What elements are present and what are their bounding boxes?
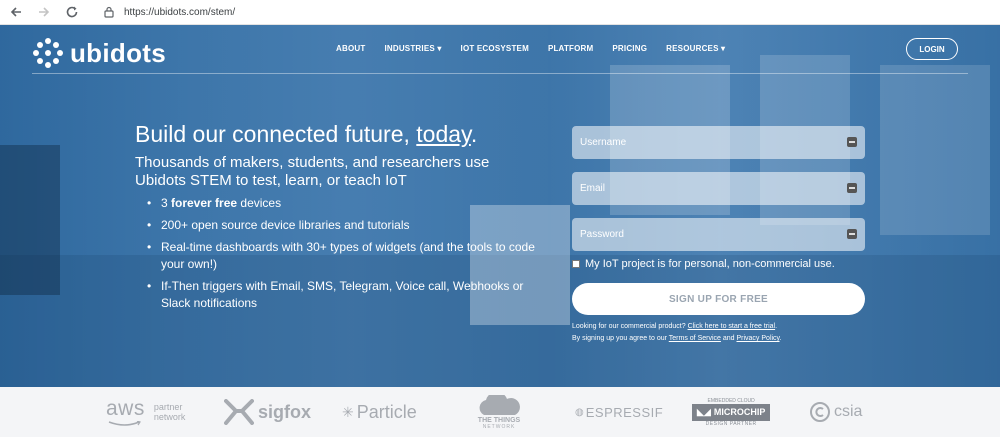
nav-industries[interactable]: INDUSTRIES ▾	[384, 44, 441, 53]
username-field[interactable]	[572, 126, 865, 159]
particle-icon: ✳	[342, 403, 354, 420]
sigfox-logo: sigfox	[224, 387, 311, 437]
reload-icon[interactable]	[60, 0, 84, 24]
background-window	[880, 65, 990, 235]
terms-link[interactable]: Terms of Service	[669, 335, 721, 342]
csia-logo: csia	[809, 387, 862, 437]
back-icon[interactable]	[4, 0, 28, 24]
espressif-logo: ◍ ESPRESSIF	[575, 404, 664, 420]
particle-logo: ✳ Particle	[342, 401, 417, 422]
hero-section: ubidots ABOUT INDUSTRIES ▾ IOT ECOSYSTEM…	[0, 25, 1000, 387]
url-text: https://ubidots.com/stem/	[124, 6, 236, 18]
sigfox-icon	[224, 399, 254, 425]
password-manager-icon[interactable]	[847, 137, 857, 147]
forward-icon[interactable]	[32, 0, 56, 24]
background-shadow	[0, 145, 60, 295]
logo-text: ubidots	[70, 37, 166, 68]
password-manager-icon[interactable]	[847, 229, 857, 239]
logo-dots-icon	[33, 38, 63, 68]
list-item: If-Then triggers with Email, SMS, Telegr…	[147, 278, 547, 312]
aws-logo: aws partner network	[106, 387, 185, 437]
email-field[interactable]	[572, 172, 865, 205]
address-bar[interactable]: https://ubidots.com/stem/	[102, 5, 235, 19]
cloud-icon	[479, 394, 520, 415]
consent-label: My IoT project is for personal, non-comm…	[585, 258, 835, 270]
email-input[interactable]	[580, 183, 830, 194]
nav-divider	[32, 73, 968, 74]
hero-subheading: Thousands of makers, students, and resea…	[135, 154, 490, 189]
privacy-link[interactable]: Privacy Policy	[736, 335, 779, 342]
ubidots-logo[interactable]: ubidots	[32, 37, 166, 69]
espressif-icon: ◍	[575, 406, 584, 418]
consent-checkbox[interactable]	[572, 260, 580, 268]
consent-row: My IoT project is for personal, non-comm…	[572, 258, 835, 270]
list-item: 200+ open source device libraries and tu…	[147, 217, 547, 234]
the-things-network-logo: THE THINGS NETWORK	[474, 387, 524, 437]
browser-toolbar: https://ubidots.com/stem/	[0, 0, 1000, 25]
password-manager-icon[interactable]	[847, 183, 857, 193]
signup-button[interactable]: SIGN UP FOR FREE	[572, 283, 865, 315]
list-item: Real-time dashboards with 30+ types of w…	[147, 239, 547, 273]
username-input[interactable]	[580, 137, 830, 148]
lock-icon	[104, 6, 114, 18]
microchip-icon: ◣◢	[697, 406, 711, 417]
free-trial-link[interactable]: Click here to start a free trial	[688, 323, 776, 330]
nav-about[interactable]: ABOUT	[336, 44, 365, 53]
list-item: 3 forever free devices	[147, 195, 547, 212]
microchip-logo: EMBEDDED CLOUD ◣◢ MICROCHIP DESIGN PARTN…	[692, 387, 771, 437]
password-input[interactable]	[580, 229, 830, 240]
partner-logos: aws partner network sigfox ✳ Particle THE…	[0, 387, 1000, 437]
today-link[interactable]: today	[416, 121, 471, 147]
signup-fineprint: Looking for our commercial product? Clic…	[572, 323, 782, 342]
nav-platform[interactable]: PLATFORM	[548, 44, 593, 53]
nav-iot-ecosystem[interactable]: IOT ECOSYSTEM	[461, 44, 529, 53]
feature-list: 3 forever free devices 200+ open source …	[147, 195, 547, 317]
csia-icon	[810, 402, 830, 422]
password-field[interactable]	[572, 218, 865, 251]
hero-headline: Build our connected future, today.	[135, 121, 478, 147]
nav-pricing[interactable]: PRICING	[612, 44, 647, 53]
nav-resources[interactable]: RESOURCES ▾	[666, 44, 725, 53]
login-button[interactable]: LOGIN	[906, 38, 958, 60]
main-nav: ABOUT INDUSTRIES ▾ IOT ECOSYSTEM PLATFOR…	[336, 44, 744, 53]
